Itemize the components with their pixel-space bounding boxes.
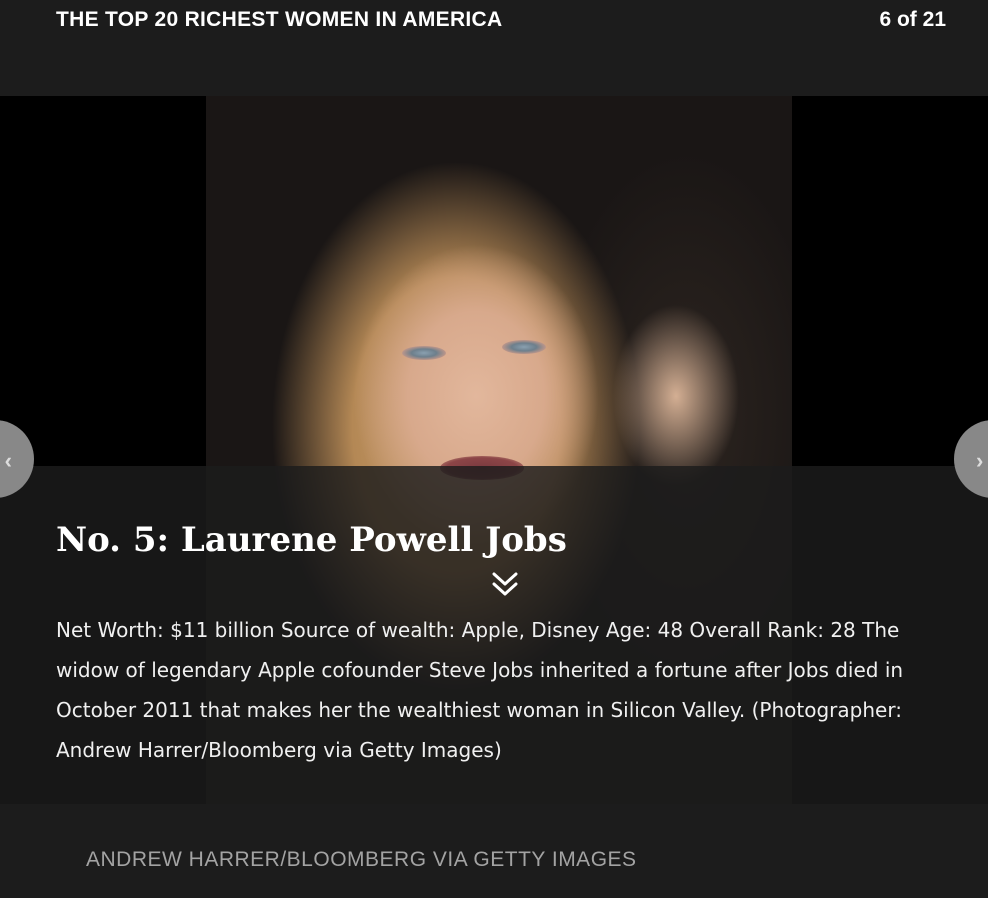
double-chevron-down-icon[interactable]	[490, 570, 520, 600]
photo-credit: ANDREW HARRER/BLOOMBERG VIA GETTY IMAGES	[86, 848, 637, 871]
gallery-title: THE TOP 20 RICHEST WOMEN IN AMERICA	[56, 8, 503, 31]
photo-detail	[502, 340, 546, 354]
chevron-left-icon: ‹	[4, 448, 12, 473]
slide-counter: 6 of 21	[879, 8, 946, 31]
photo-detail	[402, 346, 446, 360]
slide-stage: ‹ › No. 5: Laurene Powell Jobs Net Worth…	[0, 96, 988, 804]
gallery-header: THE TOP 20 RICHEST WOMEN IN AMERICA 6 of…	[0, 0, 988, 96]
slide-description: Net Worth: $11 billion Source of wealth:…	[56, 618, 904, 762]
chevron-right-icon: ›	[976, 448, 984, 473]
photo-credit-bar: ANDREW HARRER/BLOOMBERG VIA GETTY IMAGES	[0, 804, 988, 898]
slide-title: No. 5: Laurene Powell Jobs	[56, 520, 567, 560]
